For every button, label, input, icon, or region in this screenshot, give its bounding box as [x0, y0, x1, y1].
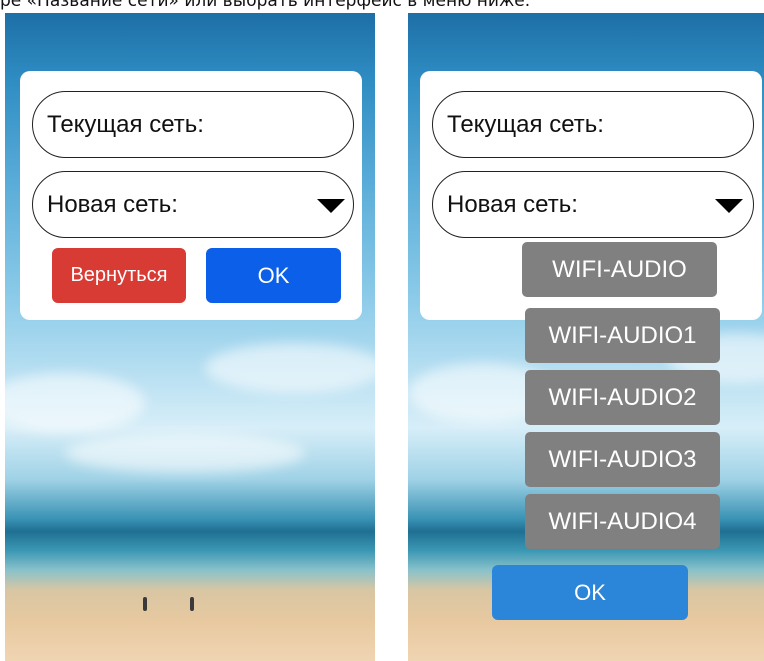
network-option-wifi-audio3[interactable]: WIFI-AUDIO3 [525, 432, 720, 487]
network-option-wifi-audio1[interactable]: WIFI-AUDIO1 [525, 308, 720, 363]
new-network-select[interactable]: Новая сеть: [32, 171, 354, 238]
phone-screen-left: Текущая сеть: Новая сеть: Вернуться OK [5, 13, 375, 661]
ok-button[interactable]: OK [206, 248, 341, 303]
current-network-label: Текущая сеть: [47, 110, 204, 138]
network-option-wifi-audio2[interactable]: WIFI-AUDIO2 [525, 370, 720, 425]
current-network-field[interactable]: Текущая сеть: [32, 91, 354, 158]
dropdown-arrow-icon[interactable] [715, 199, 743, 213]
current-network-field[interactable]: Текущая сеть: [432, 91, 754, 158]
phone-screen-right: Текущая сеть: Новая сеть: WIFI-AUDIO WIF… [408, 13, 764, 661]
new-network-label: Новая сеть: [447, 190, 578, 218]
network-option-wifi-audio[interactable]: WIFI-AUDIO [522, 242, 717, 297]
network-option-wifi-audio4[interactable]: WIFI-AUDIO4 [525, 494, 720, 549]
ok-button[interactable]: OK [492, 565, 688, 620]
person-figure [190, 597, 194, 611]
current-network-label: Текущая сеть: [447, 110, 604, 138]
cloud [5, 373, 145, 433]
instruction-caption: ре «Название сети» или выбрать интерфейс… [0, 0, 531, 11]
cloud [65, 433, 305, 473]
new-network-select[interactable]: Новая сеть: [432, 171, 754, 238]
dropdown-arrow-icon[interactable] [317, 199, 345, 213]
back-button[interactable]: Вернуться [52, 248, 186, 303]
cloud [205, 343, 375, 393]
person-figure [143, 597, 147, 611]
new-network-label: Новая сеть: [47, 190, 178, 218]
network-dialog: Текущая сеть: Новая сеть: Вернуться OK [20, 71, 362, 320]
